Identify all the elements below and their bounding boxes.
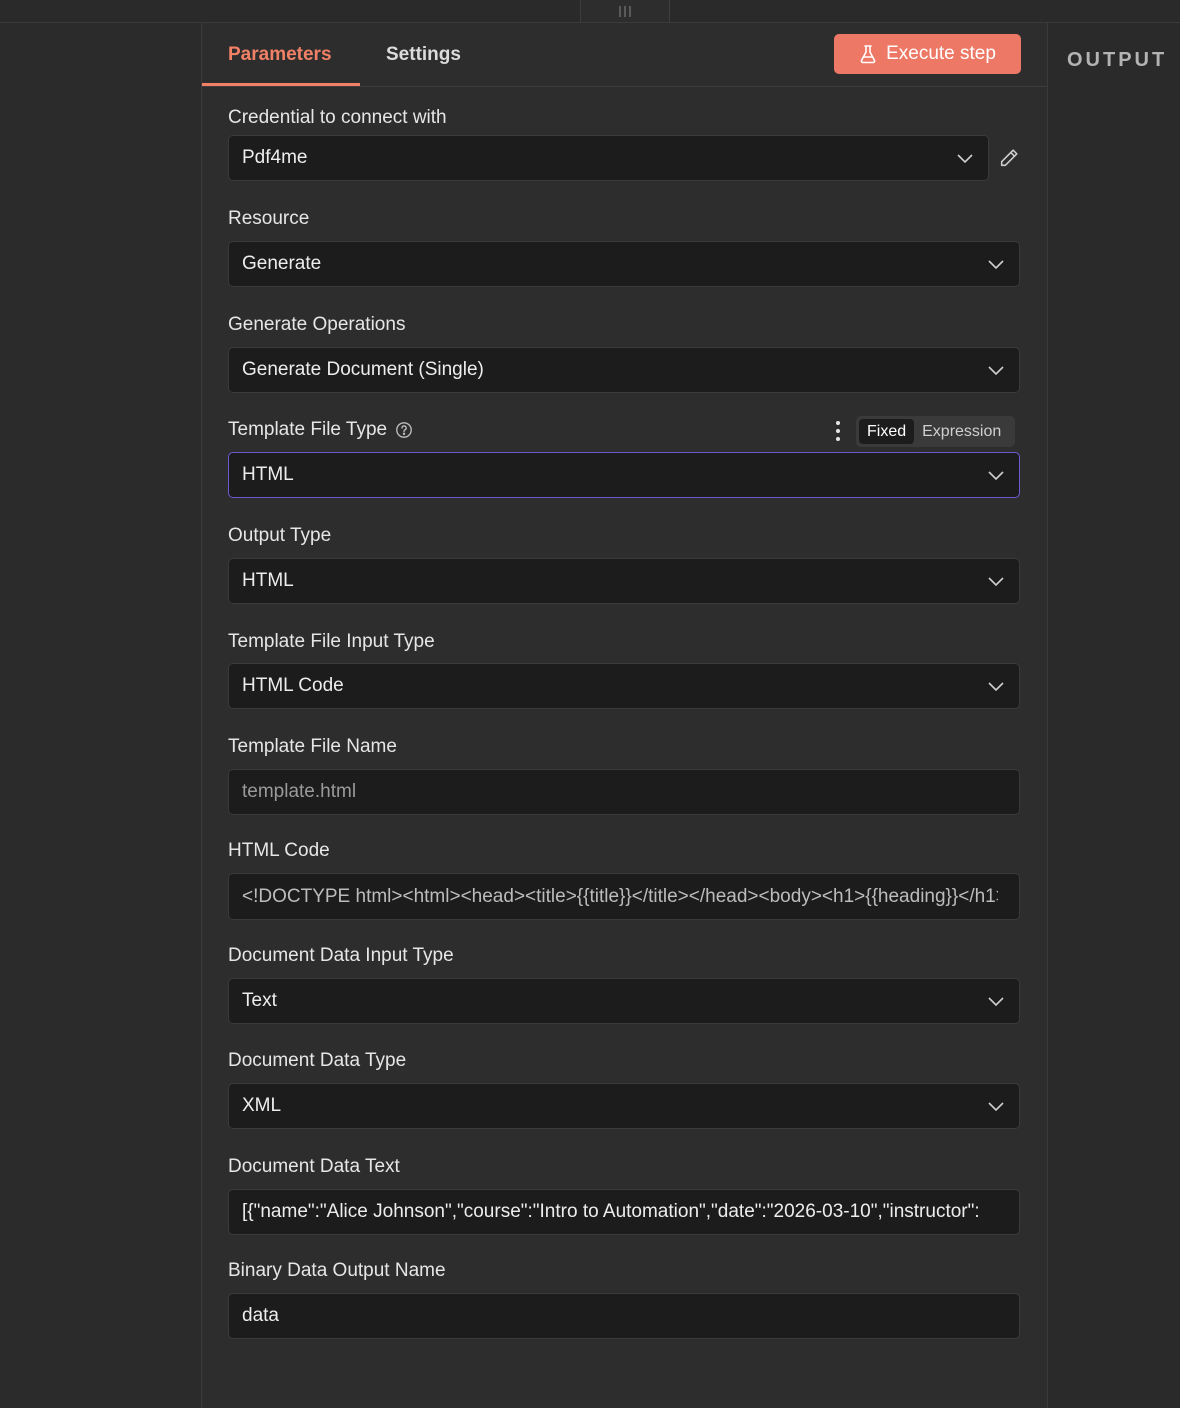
template-file-name-placeholder: template.html bbox=[242, 781, 357, 802]
template-file-name-label: Template File Name bbox=[228, 736, 397, 758]
operation-select[interactable]: Generate Document (Single) bbox=[228, 347, 1020, 393]
tab-settings-label: Settings bbox=[386, 43, 461, 65]
tab-parameters-label: Parameters bbox=[228, 43, 332, 65]
active-tab-indicator bbox=[202, 83, 360, 86]
template-file-name-label-text: Template File Name bbox=[228, 736, 397, 757]
binary-output-name-value: data bbox=[242, 1305, 279, 1326]
output-type-select[interactable]: HTML bbox=[228, 558, 1020, 604]
binary-output-name-label: Binary Data Output Name bbox=[228, 1260, 446, 1282]
panel-drag-handle[interactable] bbox=[580, 0, 670, 22]
template-file-type-label: Template File Type bbox=[228, 419, 413, 441]
pencil-icon[interactable] bbox=[998, 147, 1020, 169]
chevron-down-icon bbox=[988, 1102, 1004, 1112]
resource-label: Resource bbox=[228, 208, 309, 230]
binary-output-name-input[interactable]: data bbox=[228, 1293, 1020, 1339]
data-input-type-label-text: Document Data Input Type bbox=[228, 945, 454, 966]
mode-expression[interactable]: Expression bbox=[914, 419, 1009, 444]
binary-output-name-label-text: Binary Data Output Name bbox=[228, 1260, 446, 1281]
mode-fixed[interactable]: Fixed bbox=[859, 419, 915, 444]
data-type-select[interactable]: XML bbox=[228, 1083, 1020, 1129]
execute-step-label: Execute step bbox=[886, 43, 996, 64]
credential-value: Pdf4me bbox=[242, 147, 308, 168]
question-circle-icon[interactable] bbox=[395, 421, 413, 439]
output-pane: OUTPUT bbox=[1048, 23, 1180, 1408]
template-input-type-label-text: Template File Input Type bbox=[228, 631, 435, 652]
resource-select[interactable]: Generate bbox=[228, 241, 1020, 287]
credential-label: Credential to connect with bbox=[228, 107, 447, 129]
operation-label-text: Generate Operations bbox=[228, 314, 406, 335]
chevron-down-icon bbox=[988, 682, 1004, 692]
chevron-down-icon bbox=[988, 997, 1004, 1007]
output-type-label: Output Type bbox=[228, 525, 331, 547]
html-code-label: HTML Code bbox=[228, 840, 330, 862]
html-code-input[interactable]: <!DOCTYPE html><html><head><title>{{titl… bbox=[228, 873, 1020, 920]
tab-settings[interactable]: Settings bbox=[386, 23, 461, 86]
flask-icon bbox=[860, 45, 876, 64]
parameters-panel: Parameters Settings Execute step Credent… bbox=[202, 23, 1048, 1408]
data-input-type-select[interactable]: Text bbox=[228, 978, 1020, 1024]
resource-label-text: Resource bbox=[228, 208, 310, 229]
data-type-label-text: Document Data Type bbox=[228, 1050, 407, 1071]
chevron-down-icon bbox=[988, 471, 1004, 481]
top-bar bbox=[0, 0, 1180, 23]
input-pane bbox=[0, 23, 202, 1408]
kebab-menu-icon[interactable] bbox=[834, 421, 842, 443]
template-input-type-label: Template File Input Type bbox=[228, 631, 435, 653]
chevron-down-icon bbox=[988, 260, 1004, 270]
credential-select[interactable]: Pdf4me bbox=[228, 135, 989, 181]
template-input-type-select[interactable]: HTML Code bbox=[228, 663, 1020, 709]
output-type-label-text: Output Type bbox=[228, 525, 332, 546]
chevron-down-icon bbox=[988, 577, 1004, 587]
tab-bar: Parameters Settings Execute step bbox=[202, 23, 1047, 87]
data-input-type-value: Text bbox=[242, 990, 277, 1011]
data-text-input[interactable]: [{"name":"Alice Johnson","course":"Intro… bbox=[228, 1189, 1020, 1235]
data-type-label: Document Data Type bbox=[228, 1050, 406, 1072]
tab-parameters[interactable]: Parameters bbox=[228, 23, 332, 86]
operation-value: Generate Document (Single) bbox=[242, 359, 484, 380]
operation-label: Generate Operations bbox=[228, 314, 405, 336]
output-panel-title: OUTPUT bbox=[1067, 49, 1168, 71]
chevron-down-icon bbox=[957, 154, 973, 164]
html-code-value: <!DOCTYPE html><html><head><title>{{titl… bbox=[242, 885, 998, 907]
html-code-label-text: HTML Code bbox=[228, 840, 330, 861]
template-input-type-value: HTML Code bbox=[242, 675, 344, 696]
credential-label-text: Credential to connect with bbox=[228, 107, 447, 128]
chevron-down-icon bbox=[988, 366, 1004, 376]
data-text-label-text: Document Data Text bbox=[228, 1156, 400, 1177]
data-text-value: [{"name":"Alice Johnson","course":"Intro… bbox=[242, 1201, 980, 1222]
data-input-type-label: Document Data Input Type bbox=[228, 945, 454, 967]
execute-step-button[interactable]: Execute step bbox=[834, 34, 1021, 74]
template-file-type-select[interactable]: HTML bbox=[228, 452, 1020, 498]
template-file-type-label-text: Template File Type bbox=[228, 419, 388, 440]
template-file-type-value: HTML bbox=[242, 464, 294, 485]
data-type-value: XML bbox=[242, 1095, 282, 1116]
output-type-value: HTML bbox=[242, 570, 294, 591]
data-text-label: Document Data Text bbox=[228, 1156, 400, 1178]
fixed-expression-toggle: Fixed Expression bbox=[856, 416, 1015, 447]
template-file-name-input[interactable]: template.html bbox=[228, 769, 1020, 815]
resource-value: Generate bbox=[242, 253, 322, 274]
